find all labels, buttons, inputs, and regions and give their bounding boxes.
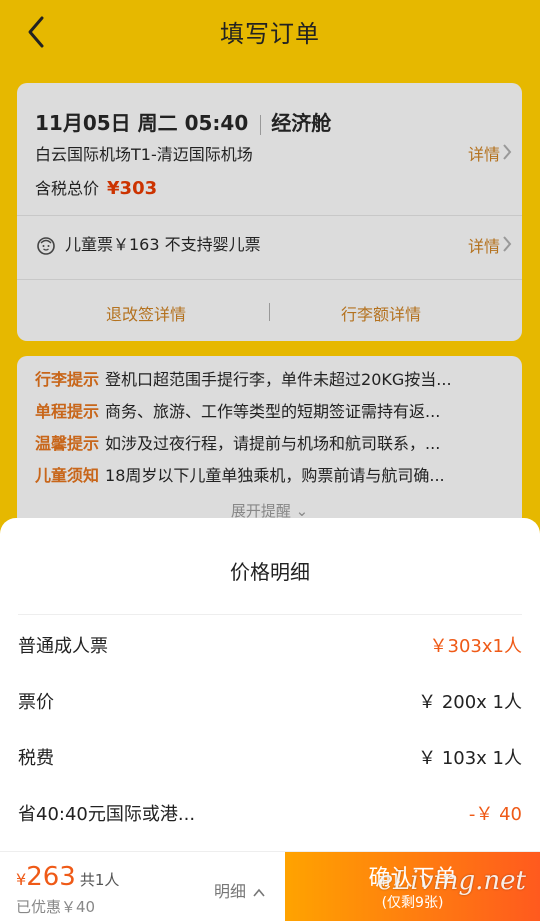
policy-links: 退改签详情 行李额详情: [17, 293, 522, 333]
divider: [17, 279, 522, 280]
price-value: ¥303: [107, 178, 158, 199]
price-row-label: 税费: [18, 748, 54, 769]
price-label: 含税总价: [35, 179, 100, 198]
refund-change-link[interactable]: 退改签详情: [106, 301, 186, 325]
baby-face-icon: [37, 236, 55, 255]
price-row-value: ￥303x1人: [429, 636, 522, 657]
child-ticket-info: 儿童票￥163 不支持婴儿票: [65, 235, 261, 254]
page-title: 填写订单: [220, 20, 320, 48]
cabin-class: 经济舱: [271, 111, 332, 135]
price-row-discount: 省40:40元国际或港... -￥ 40: [18, 800, 522, 830]
passenger-count: 共1人: [79, 871, 120, 889]
tip-item: 儿童须知 18周岁以下儿童单独乘机，购票前请与航司确...: [35, 462, 509, 486]
child-detail-link[interactable]: 详情: [468, 233, 500, 257]
tip-item: 温馨提示 如涉及过夜行程，请提前与机场和航司联系，...: [35, 430, 509, 454]
tip-item: 单程提示 商务、旅游、工作等类型的短期签证需持有返...: [35, 398, 509, 422]
tip-label: 温馨提示: [35, 434, 100, 453]
price-row-label: 票价: [18, 692, 54, 713]
tip-text: 商务、旅游、工作等类型的短期签证需持有返...: [105, 402, 441, 421]
chevron-right-icon: [503, 236, 512, 252]
flight-card: 11月05日 周二 05:40 经济舱 白云国际机场T1-清迈国际机场 详情 含税…: [17, 83, 522, 341]
flight-detail-link[interactable]: 详情: [468, 141, 500, 165]
total-price-row: 含税总价 ¥303: [35, 175, 157, 199]
price-detail-toggle-label: 明细: [214, 882, 247, 901]
tip-text: 如涉及过夜行程，请提前与机场和航司联系，...: [105, 434, 441, 453]
price-row-value: ￥ 103x 1人: [418, 748, 522, 769]
tip-label: 儿童须知: [35, 466, 100, 485]
separator: [260, 114, 262, 135]
tip-label: 行李提示: [35, 370, 100, 389]
child-ticket-row: 儿童票￥163 不支持婴儿票: [35, 231, 261, 257]
divider: [17, 215, 522, 216]
sheet-title: 价格明细: [230, 560, 310, 584]
price-row-fare: 票价 ￥ 200x 1人: [18, 688, 522, 718]
baggage-allowance-link[interactable]: 行李额详情: [341, 301, 421, 325]
watermark: eLiving.net: [377, 866, 526, 896]
currency-symbol: ¥: [16, 870, 27, 889]
price-row-adult: 普通成人票 ￥303x1人: [18, 632, 522, 662]
price-row-value: -￥ 40: [468, 804, 522, 825]
chevron-up-icon: [253, 888, 265, 897]
chevron-right-icon: [503, 144, 512, 160]
price-detail-sheet: 价格明细 普通成人票 ￥303x1人 票价 ￥ 200x 1人 税费 ￥ 103…: [0, 518, 540, 851]
price-row-value: ￥ 200x 1人: [418, 692, 522, 713]
top-bar: 填写订单: [0, 0, 540, 64]
price-detail-toggle[interactable]: 明细: [214, 878, 265, 902]
saved-amount: 已优惠￥40: [16, 898, 96, 916]
total-price: ¥263 共1人: [16, 862, 119, 892]
price-row-tax: 税费 ￥ 103x 1人: [18, 744, 522, 774]
divider: [18, 614, 522, 615]
price-row-label: 省40:40元国际或港...: [18, 804, 196, 825]
flight-route: 白云国际机场T1-清迈国际机场: [35, 145, 253, 164]
tip-label: 单程提示: [35, 402, 100, 421]
flight-date-cabin: 11月05日 周二 05:40 经济舱: [35, 107, 331, 136]
tip-item: 行李提示 登机口超范围手提行李，单件未超过20KG按当...: [35, 366, 509, 390]
flight-date-time: 11月05日 周二 05:40: [35, 111, 249, 135]
price-row-label: 普通成人票: [18, 636, 108, 657]
separator: [269, 303, 270, 321]
tip-text: 登机口超范围手提行李，单件未超过20KG按当...: [105, 370, 452, 389]
tip-text: 18周岁以下儿童单独乘机，购票前请与航司确...: [105, 466, 445, 485]
total-amount: 263: [26, 862, 76, 892]
